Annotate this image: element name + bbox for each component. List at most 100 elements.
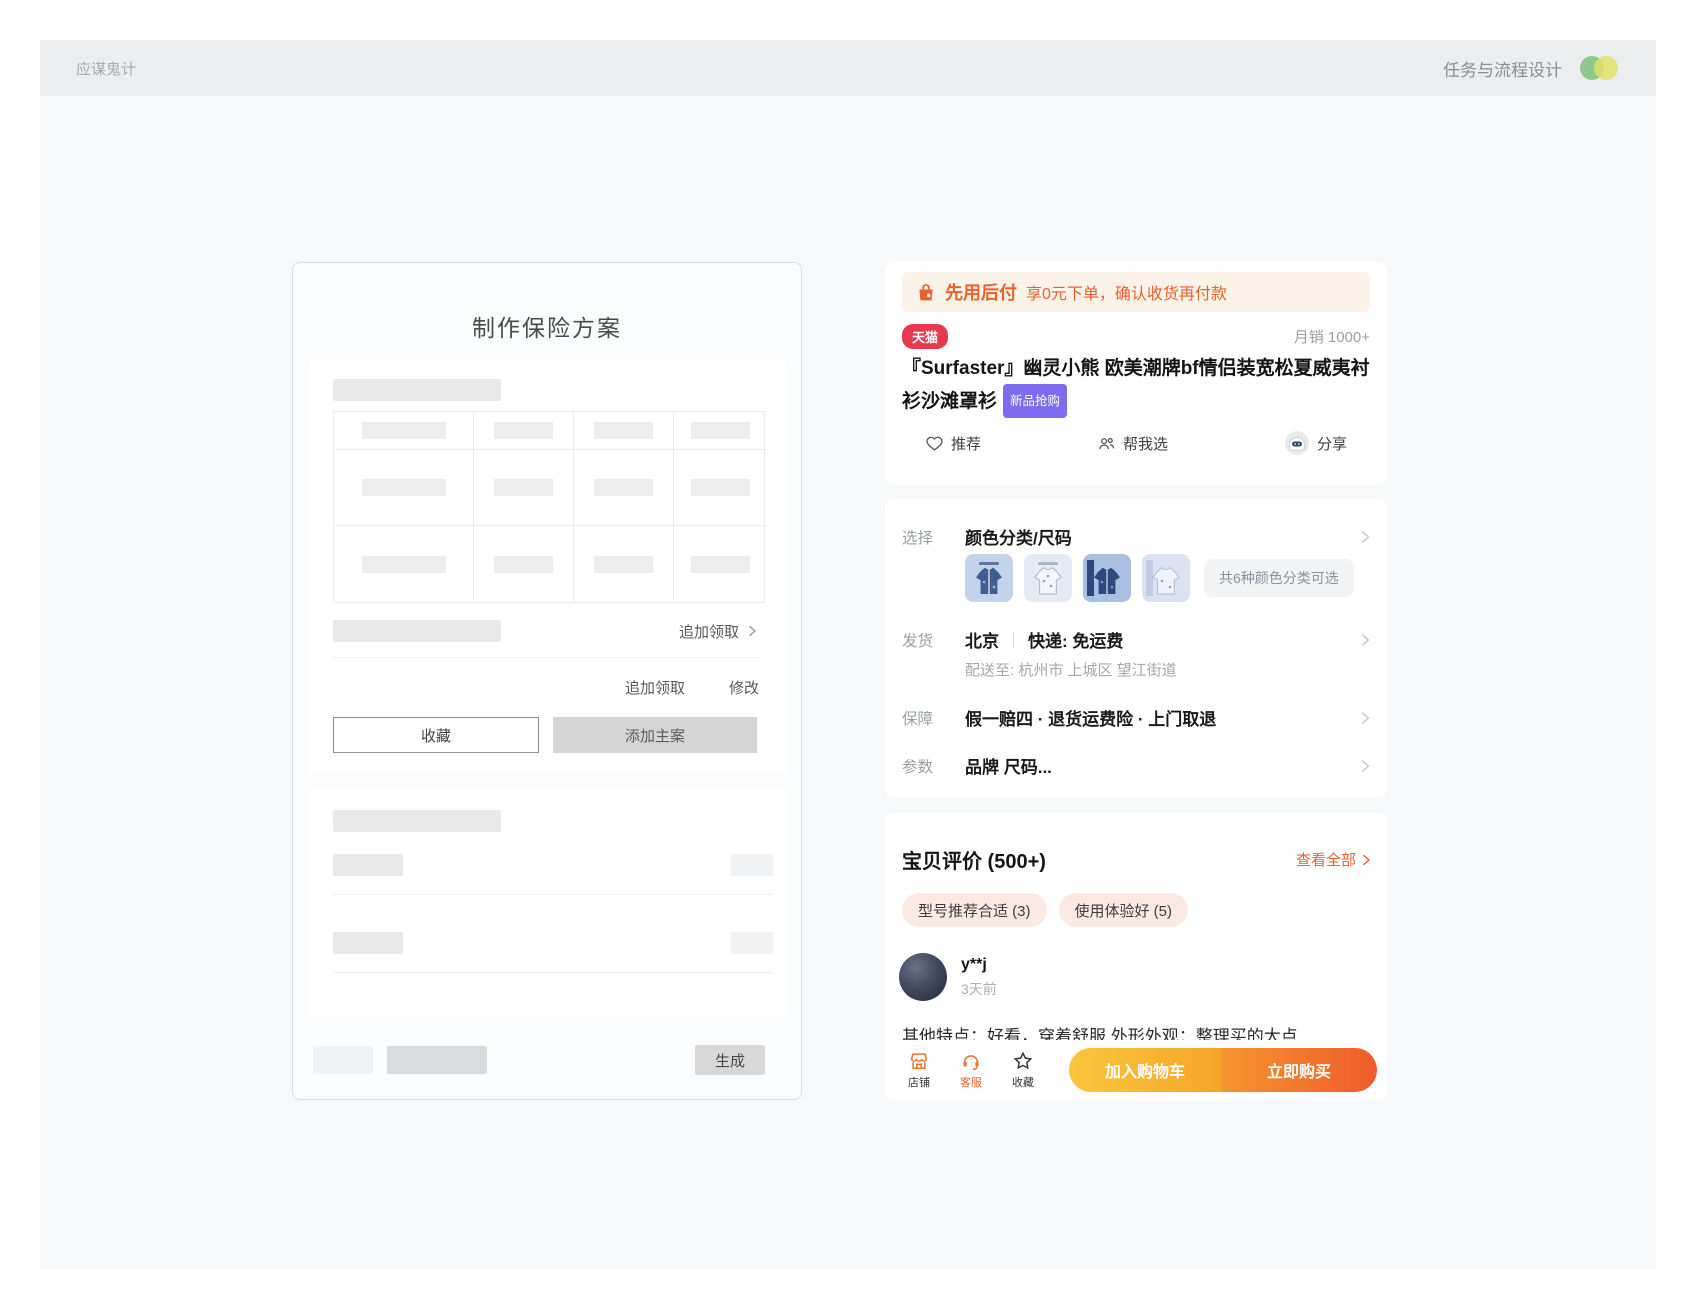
product-title: 『Surfaster』幽灵小熊 欧美潮牌bf情侣装宽松夏威夷衬衫沙滩罩衫新品抢购	[902, 354, 1370, 418]
badge-sales-row: 天猫 月销 1000+	[902, 324, 1370, 349]
guarantee-label: 保障	[902, 707, 965, 729]
sku-thumbnails-row: 共6种颜色分类可选	[965, 554, 1354, 602]
bottom-action-bar: 店铺 客服 收藏 加入购物车 立即购买	[885, 1040, 1387, 1100]
buy-now-button[interactable]: 立即购买	[1221, 1048, 1377, 1092]
sku-thumbnail[interactable]	[1142, 554, 1190, 602]
placeholder-bar	[313, 1046, 373, 1074]
product-title-text: 『Surfaster』幽灵小熊 欧美潮牌bf情侣装宽松夏威夷衬衫沙滩罩衫	[902, 358, 1370, 412]
placeholder-cell-bar	[691, 422, 750, 439]
favorite-button[interactable]: 收藏	[997, 1050, 1049, 1090]
params-row[interactable]: 参数 品牌 尺码...	[902, 753, 1373, 778]
vertical-divider	[1013, 632, 1014, 648]
placeholder-cell-bar	[494, 479, 553, 496]
select-value: 颜色分类/尺码	[965, 524, 1072, 549]
claim-more-label: 追加领取	[679, 621, 739, 642]
placeholder-bar	[731, 932, 773, 954]
review-excerpt: 其他特点：好看，穿着舒服 外形外观：整理买的大点	[902, 1022, 1373, 1040]
product-actions-row: 推荐 帮我选 分享	[925, 430, 1347, 456]
recommend-action[interactable]: 推荐	[925, 433, 981, 454]
main-canvas: 应谋鬼计 任务与流程设计 制作保险方案	[40, 40, 1656, 1270]
favorite-label: 收藏	[1012, 1074, 1034, 1090]
shipping-address: 配送至: 杭州市 上城区 望江街道	[965, 659, 1177, 680]
shopping-bag-icon	[916, 282, 936, 302]
placeholder-bar	[333, 620, 501, 642]
help-choose-action[interactable]: 帮我选	[1097, 433, 1168, 454]
shipping-label: 发货	[902, 629, 965, 651]
chevron-right-icon	[1357, 758, 1373, 774]
placeholder-bar	[387, 1046, 487, 1074]
storefront-icon	[908, 1050, 930, 1072]
placeholder-cell-bar	[362, 479, 446, 496]
pay-later-banner[interactable]: 先用后付 享0元下单，确认收货再付款	[902, 272, 1370, 312]
placeholder-bar	[731, 854, 773, 876]
wireframe-section-top: 追加领取 追加领取 修改 收藏 添加主案	[309, 361, 787, 773]
select-label: 选择	[902, 526, 965, 548]
reviews-card: 宝贝评价 (500+) 查看全部 型号推荐合适 (3) 使用体验好 (5) y*…	[885, 813, 1387, 1040]
placeholder-table	[333, 411, 765, 603]
placeholder-cell-bar	[594, 556, 653, 573]
shop-label: 店铺	[908, 1074, 930, 1090]
select-sku-row[interactable]: 选择 颜色分类/尺码	[902, 524, 1373, 549]
chevron-right-icon	[1357, 632, 1373, 648]
wireframe-section-bottom	[309, 788, 787, 1016]
view-all-link[interactable]: 查看全部	[1296, 849, 1373, 870]
chevron-right-icon	[1357, 710, 1373, 726]
link-actions-row: 追加领取 修改	[625, 677, 759, 698]
divider	[333, 972, 773, 973]
guarantee-row[interactable]: 保障 假一赔四 · 退货运费险 · 上门取退	[902, 705, 1373, 730]
shipping-express: 快递: 免运费	[1028, 627, 1123, 652]
placeholder-cell-bar	[594, 422, 653, 439]
pay-later-highlight: 先用后付	[945, 279, 1017, 305]
placeholder-bar	[333, 379, 501, 401]
yellow-circle-icon	[1594, 56, 1618, 80]
new-product-badge: 新品抢购	[1003, 384, 1067, 418]
shipping-row[interactable]: 发货 北京 快递: 免运费	[902, 627, 1373, 652]
star-icon	[1012, 1050, 1034, 1072]
monthly-sales: 月销 1000+	[1294, 326, 1370, 347]
placeholder-cell-bar	[362, 556, 446, 573]
generate-button[interactable]: 生成	[695, 1045, 765, 1075]
sku-thumbnail[interactable]	[1083, 554, 1131, 602]
divider	[333, 894, 773, 895]
sku-thumbnail[interactable]	[1024, 554, 1072, 602]
customer-service-button[interactable]: 客服	[945, 1050, 997, 1090]
wireframe-panel: 制作保险方案	[292, 262, 802, 1100]
modify-action-link[interactable]: 修改	[729, 677, 759, 698]
people-icon	[1097, 434, 1116, 453]
help-choose-label: 帮我选	[1123, 433, 1168, 454]
review-tag[interactable]: 使用体验好 (5)	[1059, 893, 1189, 927]
top-bar-right: 任务与流程设计	[1443, 55, 1620, 81]
overlap-circles-icon[interactable]	[1580, 55, 1620, 81]
shop-button[interactable]: 店铺	[893, 1050, 945, 1090]
add-to-cart-button[interactable]: 加入购物车	[1069, 1048, 1221, 1092]
placeholder-bar	[333, 854, 403, 876]
claim-row: 追加领取	[333, 619, 759, 643]
placeholder-cell-bar	[594, 479, 653, 496]
reviewer-name: y**j	[961, 953, 997, 974]
placeholder-cell-bar	[494, 556, 553, 573]
reviewer-meta: y**j 3天前	[961, 953, 997, 1001]
customer-service-icon	[960, 1050, 982, 1072]
share-action[interactable]: 分享	[1284, 430, 1347, 456]
reviews-title: 宝贝评价 (500+)	[902, 845, 1046, 874]
claim-action-link[interactable]: 追加领取	[625, 677, 685, 698]
review-tag[interactable]: 型号推荐合适 (3)	[902, 893, 1047, 927]
sku-thumbnail[interactable]	[965, 554, 1013, 602]
claim-more-link[interactable]: 追加领取	[679, 621, 759, 642]
reviewer-avatar	[899, 953, 947, 1001]
pay-later-description: 享0元下单，确认收货再付款	[1026, 280, 1227, 304]
chevron-right-icon	[1359, 853, 1373, 867]
placeholder-row	[333, 854, 773, 876]
wireframe-title: 制作保险方案	[293, 309, 801, 343]
mode-label: 任务与流程设计	[1443, 56, 1562, 81]
recommend-label: 推荐	[951, 433, 981, 454]
placeholder-cell-bar	[691, 479, 750, 496]
collect-button[interactable]: 收藏	[333, 717, 539, 753]
review-item: y**j 3天前	[899, 953, 997, 1001]
robot-avatar-icon	[1284, 430, 1310, 456]
top-bar: 应谋鬼计 任务与流程设计	[40, 40, 1656, 96]
chevron-right-icon	[1357, 529, 1373, 545]
add-main-case-button[interactable]: 添加主案	[553, 717, 757, 753]
params-value: 品牌 尺码...	[965, 753, 1052, 778]
placeholder-cell-bar	[494, 422, 553, 439]
